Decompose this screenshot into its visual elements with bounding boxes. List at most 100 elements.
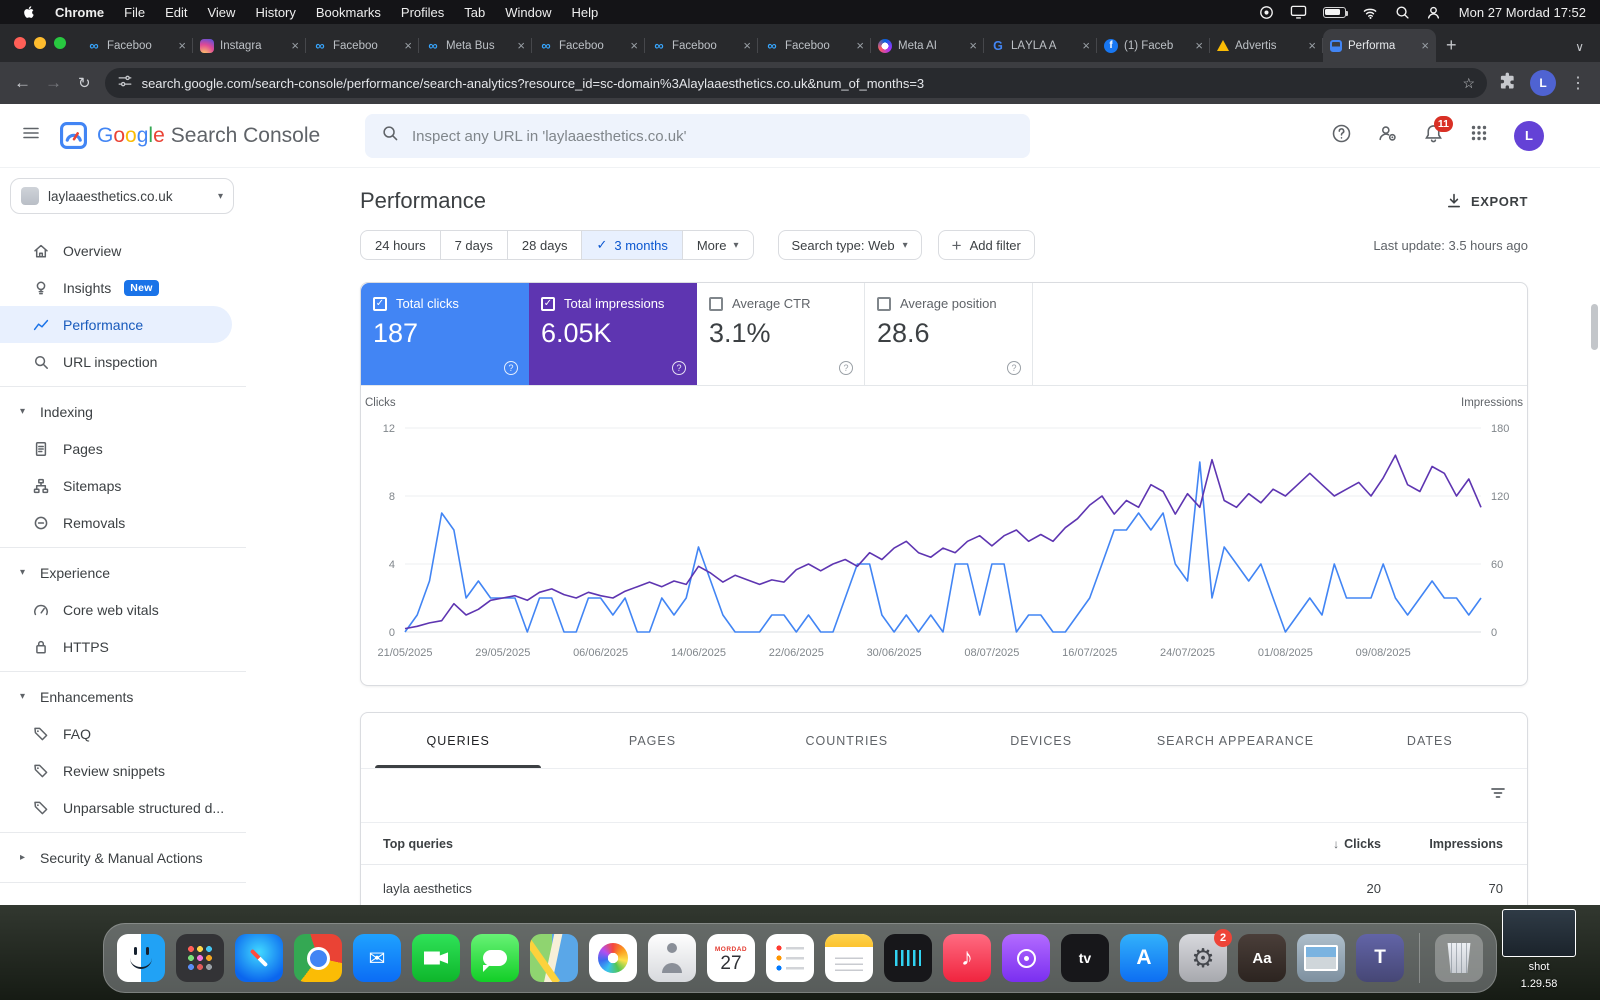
podcasts-dock-icon[interactable] xyxy=(1002,934,1050,982)
metric-checkbox[interactable] xyxy=(709,297,723,311)
tab-dates[interactable]: DATES xyxy=(1333,713,1527,768)
photos-dock-icon[interactable] xyxy=(589,934,637,982)
maps-dock-icon[interactable] xyxy=(530,934,578,982)
menubar-item-history[interactable]: History xyxy=(245,5,305,20)
browser-tab[interactable]: Advertis× xyxy=(1210,29,1323,62)
help-icon[interactable]: ? xyxy=(1007,361,1021,375)
notifications-bell-icon[interactable]: 11 xyxy=(1423,123,1444,149)
close-window-button[interactable] xyxy=(14,37,26,49)
tab-queries[interactable]: QUERIES xyxy=(361,713,555,768)
column-impressions[interactable]: Impressions xyxy=(1381,837,1527,851)
trash-dock-icon[interactable] xyxy=(1435,934,1483,982)
preview-dock-icon[interactable] xyxy=(1297,934,1345,982)
account-avatar[interactable]: L xyxy=(1514,121,1544,151)
tab-close-icon[interactable]: × xyxy=(178,38,186,53)
property-selector[interactable]: laylaaesthetics.co.uk ▾ xyxy=(10,178,234,214)
metric-checkbox[interactable]: ✓ xyxy=(541,297,555,311)
minimize-window-button[interactable] xyxy=(34,37,46,49)
tab-close-icon[interactable]: × xyxy=(1195,38,1203,53)
user-settings-icon[interactable] xyxy=(1377,123,1398,149)
bookmark-star-icon[interactable]: ☆ xyxy=(1462,75,1475,92)
search-type-chip[interactable]: Search type: Web ▾ xyxy=(778,230,922,260)
browser-tab[interactable]: ∞Meta Bus× xyxy=(419,29,532,62)
search-console-logo-icon[interactable] xyxy=(60,122,87,149)
sidebar-item-insights[interactable]: InsightsNew xyxy=(0,269,246,306)
range-7-days[interactable]: 7 days xyxy=(440,231,507,259)
sidebar-item-core-web-vitals[interactable]: Core web vitals xyxy=(0,591,246,628)
sidebar-item-sitemaps[interactable]: Sitemaps xyxy=(0,467,246,504)
column-clicks[interactable]: ↓Clicks xyxy=(1261,837,1381,851)
sidebar-item-performance[interactable]: Performance xyxy=(0,306,232,343)
tab-search-appearance[interactable]: SEARCH APPEARANCE xyxy=(1138,713,1332,768)
tab-close-icon[interactable]: × xyxy=(1082,38,1090,53)
menubar-item-help[interactable]: Help xyxy=(562,5,609,20)
tab-close-icon[interactable]: × xyxy=(1421,38,1429,53)
chrome-dock-icon[interactable] xyxy=(294,934,342,982)
site-settings-icon[interactable] xyxy=(117,73,133,94)
launchpad-dock-icon[interactable] xyxy=(176,934,224,982)
table-row[interactable]: layla aesthetics2070 xyxy=(361,865,1527,905)
profile-avatar[interactable]: L xyxy=(1530,70,1556,96)
help-icon[interactable]: ? xyxy=(672,361,686,375)
metric-card-total-clicks[interactable]: ✓Total clicks187? xyxy=(361,283,529,385)
menubar-item-profiles[interactable]: Profiles xyxy=(391,5,454,20)
teams-dock-icon[interactable]: T xyxy=(1356,934,1404,982)
sidebar-item-url-inspection[interactable]: URL inspection xyxy=(0,343,246,380)
appstore-dock-icon[interactable]: A xyxy=(1120,934,1168,982)
menubar-item-file[interactable]: File xyxy=(114,5,155,20)
sidebar-item-review-snippets[interactable]: Review snippets xyxy=(0,752,246,789)
menubar-item-edit[interactable]: Edit xyxy=(155,5,197,20)
menubar-clock[interactable]: Mon 27 Mordad 17:52 xyxy=(1459,5,1586,20)
browser-tab[interactable]: ∞Faceboo× xyxy=(645,29,758,62)
waveform-dock-icon[interactable] xyxy=(884,934,932,982)
tab-search-button[interactable]: ∨ xyxy=(1575,40,1584,54)
google-apps-grid-icon[interactable] xyxy=(1469,123,1489,148)
range-28-days[interactable]: 28 days xyxy=(507,231,582,259)
music-dock-icon[interactable]: ♪ xyxy=(943,934,991,982)
range-24-hours[interactable]: 24 hours xyxy=(361,231,440,259)
browser-menu-icon[interactable]: ⋮ xyxy=(1570,73,1586,93)
sidebar-item-faq[interactable]: FAQ xyxy=(0,715,246,752)
sidebar-item-https[interactable]: HTTPS xyxy=(0,628,246,665)
finder-dock-icon[interactable] xyxy=(117,934,165,982)
wifi-icon[interactable] xyxy=(1362,5,1379,20)
tab-close-icon[interactable]: × xyxy=(969,38,977,53)
scrollbar-thumb[interactable] xyxy=(1591,304,1598,350)
sidebar-item-overview[interactable]: Overview xyxy=(0,232,246,269)
filter-list-icon[interactable] xyxy=(1489,784,1507,807)
settings-dock-icon[interactable]: ⚙2 xyxy=(1179,934,1227,982)
menubar-item-view[interactable]: View xyxy=(197,5,245,20)
url-inspect-search[interactable]: Inspect any URL in 'laylaaesthetics.co.u… xyxy=(365,114,1030,158)
export-button[interactable]: EXPORT xyxy=(1445,192,1528,210)
range-more[interactable]: More▾ xyxy=(682,231,753,259)
new-tab-button[interactable]: + xyxy=(1446,35,1457,56)
safari-dock-icon[interactable] xyxy=(235,934,283,982)
browser-tab[interactable]: Instagra× xyxy=(193,29,306,62)
sidebar-section-security-manual-actions[interactable]: ▸Security & Manual Actions xyxy=(0,839,246,876)
browser-tab[interactable]: ∞Faceboo× xyxy=(306,29,419,62)
menubar-item-bookmarks[interactable]: Bookmarks xyxy=(306,5,391,20)
tab-close-icon[interactable]: × xyxy=(743,38,751,53)
screen-record-icon[interactable] xyxy=(1259,5,1274,20)
tab-close-icon[interactable]: × xyxy=(517,38,525,53)
help-icon[interactable]: ? xyxy=(839,361,853,375)
messages-dock-icon[interactable] xyxy=(471,934,519,982)
browser-tab[interactable]: Meta AI× xyxy=(871,29,984,62)
sidebar-section-experience[interactable]: ▾Experience xyxy=(0,554,246,591)
metric-checkbox[interactable] xyxy=(877,297,891,311)
tab-close-icon[interactable]: × xyxy=(404,38,412,53)
metric-checkbox[interactable]: ✓ xyxy=(373,297,387,311)
mail-dock-icon[interactable]: ✉ xyxy=(353,934,401,982)
column-top-queries[interactable]: Top queries xyxy=(361,837,1261,851)
display-icon[interactable] xyxy=(1290,4,1307,20)
metric-card-total-impressions[interactable]: ✓Total impressions6.05K? xyxy=(529,283,697,385)
menubar-item-chrome[interactable]: Chrome xyxy=(45,5,114,20)
contacts-dock-icon[interactable] xyxy=(648,934,696,982)
query-cell[interactable]: layla aesthetics xyxy=(361,881,1261,896)
battery-icon[interactable] xyxy=(1323,7,1346,18)
tab-close-icon[interactable]: × xyxy=(291,38,299,53)
back-button[interactable]: ← xyxy=(14,73,31,93)
reminders-dock-icon[interactable] xyxy=(766,934,814,982)
extensions-icon[interactable] xyxy=(1499,72,1516,94)
apple-menu-icon[interactable] xyxy=(22,5,35,20)
